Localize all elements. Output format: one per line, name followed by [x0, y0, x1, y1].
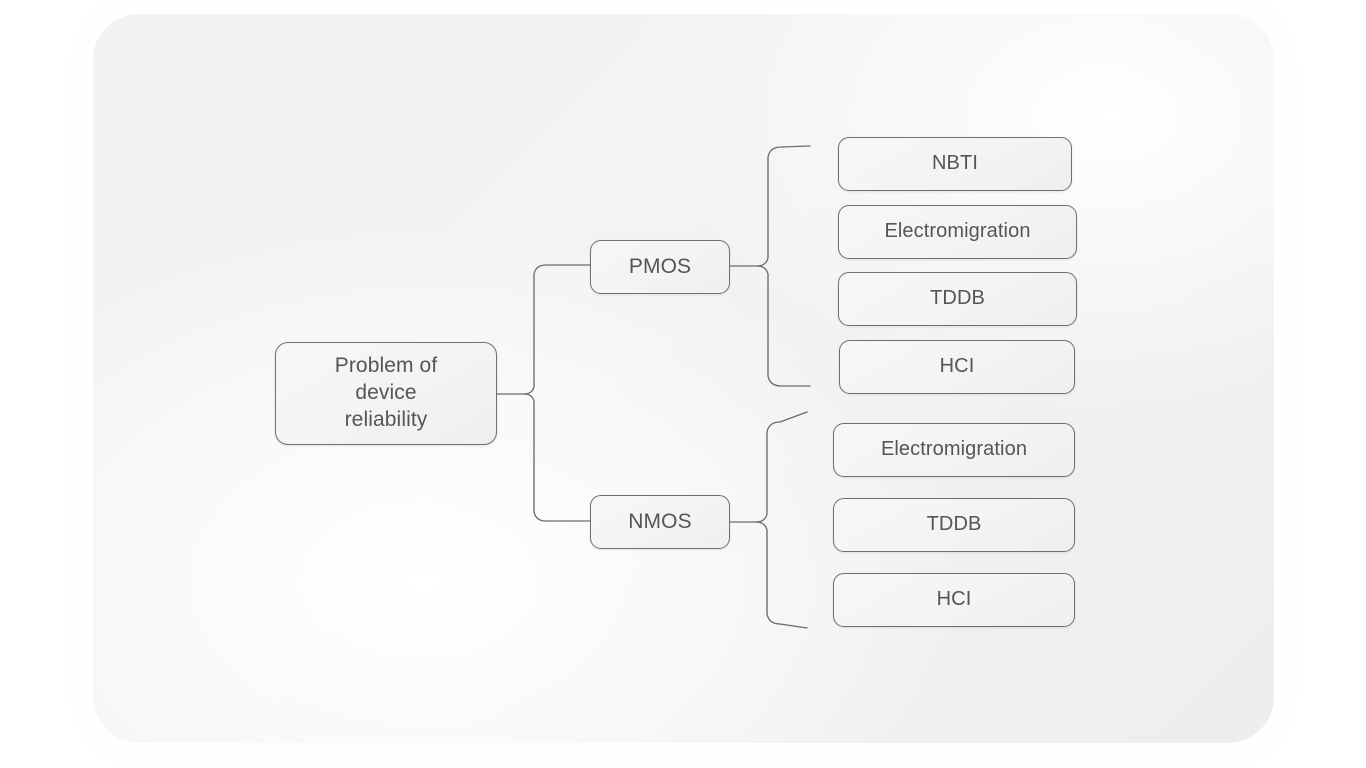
node-nmos-hci-label: HCI [936, 588, 972, 611]
node-nmos-hci[interactable]: HCI [833, 573, 1075, 627]
node-nmos-label: NMOS [628, 509, 692, 533]
node-pmos-nbti-label: NBTI [932, 152, 978, 175]
diagram-canvas: Problem of device reliability PMOS NMOS … [0, 0, 1366, 768]
node-root-label: Problem of device reliability [334, 354, 438, 431]
node-pmos-hci[interactable]: HCI [839, 340, 1075, 394]
node-pmos-electromigration[interactable]: Electromigration [838, 205, 1077, 259]
node-pmos-tddb-label: TDDB [930, 287, 985, 310]
node-pmos-label: PMOS [628, 254, 692, 278]
node-nmos[interactable]: NMOS [590, 495, 730, 549]
node-root[interactable]: Problem of device reliability [275, 342, 497, 445]
diagram-panel [93, 14, 1274, 743]
node-pmos-hci-label: HCI [939, 355, 975, 378]
node-pmos-electromigration-label: Electromigration [884, 220, 1031, 243]
node-nmos-electromigration[interactable]: Electromigration [833, 423, 1075, 477]
node-pmos-tddb[interactable]: TDDB [838, 272, 1077, 326]
node-nmos-tddb-label: TDDB [926, 513, 982, 536]
node-pmos[interactable]: PMOS [590, 240, 730, 294]
node-nmos-electromigration-label: Electromigration [880, 438, 1028, 461]
node-pmos-nbti[interactable]: NBTI [838, 137, 1072, 191]
node-nmos-tddb[interactable]: TDDB [833, 498, 1075, 552]
